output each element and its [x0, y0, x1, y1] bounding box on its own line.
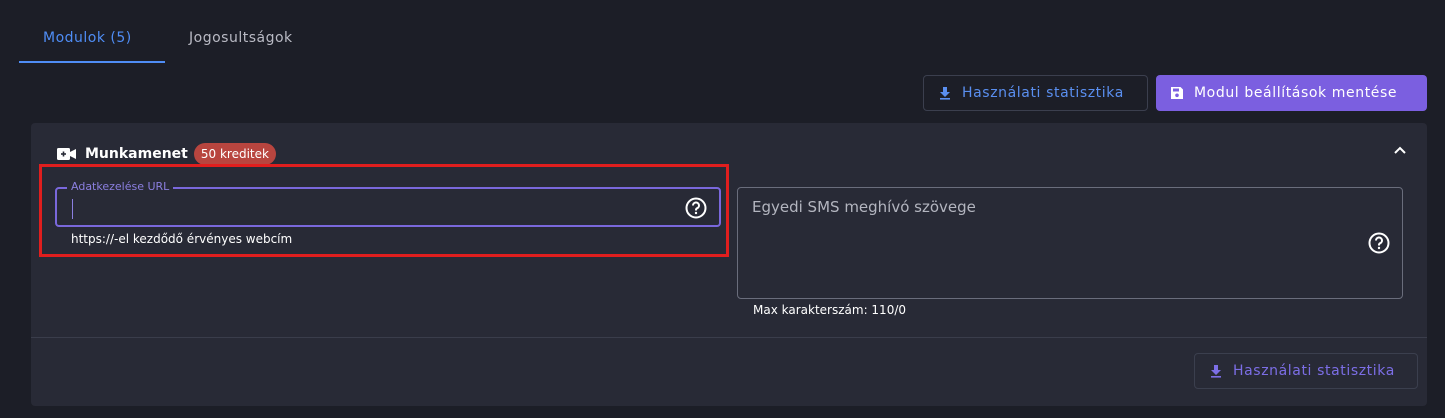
download-icon	[1211, 365, 1221, 378]
video-add-icon	[57, 148, 76, 160]
module-panel: Munkamenet 50 kreditek Adatkezelése URL …	[31, 123, 1427, 406]
sms-invite-field[interactable]	[737, 187, 1403, 299]
save-module-settings-button[interactable]: Modul beállítások mentése	[1156, 75, 1427, 111]
module-title: Munkamenet	[85, 146, 188, 162]
footer-usage-stats-label: Használati statisztika	[1233, 363, 1395, 379]
save-module-settings-label: Modul beállítások mentése	[1194, 85, 1398, 101]
footer-usage-stats-button[interactable]: Használati statisztika	[1194, 353, 1418, 389]
save-icon	[1171, 87, 1183, 99]
sms-invite-textarea[interactable]	[752, 198, 1352, 288]
help-circle-icon[interactable]	[1368, 232, 1390, 258]
download-icon	[940, 87, 950, 100]
credits-badge: 50 kreditek	[193, 143, 276, 165]
usage-stats-button[interactable]: Használati statisztika	[923, 75, 1148, 111]
privacy-url-hint: https://-el kezdődő érvényes webcím	[71, 232, 293, 246]
tab-permissions[interactable]: Jogosultságok	[165, 18, 317, 63]
sms-char-counter: Max karakterszám: 110/0	[753, 303, 907, 317]
text-caret	[72, 199, 73, 219]
panel-divider	[31, 337, 1427, 338]
chevron-up-icon[interactable]	[1393, 145, 1407, 155]
module-header: Munkamenet 50 kreditek	[57, 143, 276, 165]
privacy-url-input[interactable]	[69, 197, 669, 219]
privacy-url-label: Adatkezelése URL	[67, 180, 174, 193]
privacy-url-field[interactable]: Adatkezelése URL	[55, 180, 721, 227]
usage-stats-label: Használati statisztika	[962, 85, 1124, 101]
tab-modules[interactable]: Modulok (5)	[19, 18, 165, 63]
module-tabs: Modulok (5) Jogosultságok	[19, 18, 317, 63]
help-circle-icon[interactable]	[685, 197, 707, 223]
